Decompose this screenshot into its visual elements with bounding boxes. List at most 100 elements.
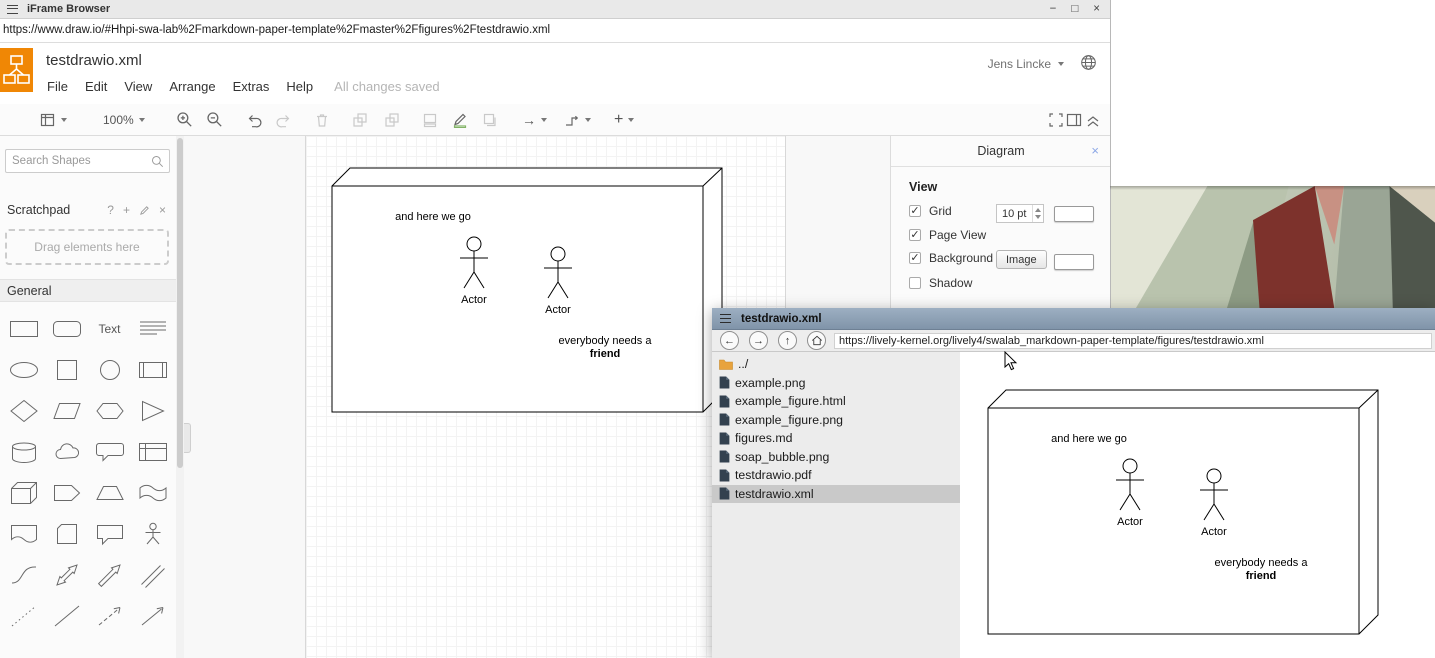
file-row-parent[interactable]: ../: [712, 355, 960, 374]
zoom-in-button[interactable]: [176, 104, 193, 135]
minimize-button[interactable]: −: [1050, 3, 1057, 15]
close-icon[interactable]: ×: [1091, 143, 1099, 158]
zoom-level-button[interactable]: 100%: [103, 104, 145, 135]
connection-style-button[interactable]: →: [522, 104, 547, 135]
browser-url-bar[interactable]: https://www.draw.io/#Hhpi-swa-lab%2Fmark…: [0, 19, 1110, 43]
window-titlebar[interactable]: testdrawio.xml: [712, 308, 1435, 330]
menu-edit[interactable]: Edit: [85, 79, 107, 94]
zoom-out-button[interactable]: [206, 104, 223, 135]
edit-icon[interactable]: [139, 205, 150, 216]
cube-shape[interactable]: [332, 168, 722, 412]
shape-directional-arrow[interactable]: [131, 595, 174, 636]
to-back-button[interactable]: [384, 104, 400, 135]
shape-actor[interactable]: [131, 513, 174, 554]
spinner-up-icon[interactable]: [1035, 208, 1041, 212]
language-globe-icon[interactable]: [1080, 54, 1097, 76]
scrollbar-thumb[interactable]: [177, 138, 183, 468]
sidebar-collapse-handle[interactable]: [184, 423, 191, 453]
grid-size-input[interactable]: 10 pt: [996, 204, 1044, 223]
hamburger-menu-icon[interactable]: [720, 314, 731, 323]
shape-text[interactable]: Text: [88, 308, 131, 349]
search-input[interactable]: [6, 150, 169, 172]
shape-bidirectional-arrow[interactable]: [45, 554, 88, 595]
menu-help[interactable]: Help: [286, 79, 313, 94]
general-section-header[interactable]: General: [0, 279, 176, 302]
line-color-button[interactable]: [452, 104, 468, 135]
back-button[interactable]: ←: [720, 331, 739, 350]
shape-dotted-line[interactable]: [2, 595, 45, 636]
file-browser-url-bar[interactable]: https://lively-kernel.org/lively4/swalab…: [834, 333, 1432, 349]
scratchpad-drop-area[interactable]: Drag elements here: [5, 229, 169, 265]
actor2-label[interactable]: Actor: [545, 304, 571, 316]
file-row[interactable]: soap_bubble.png: [712, 448, 960, 467]
shape-ellipse[interactable]: [2, 349, 45, 390]
shadow-checkbox[interactable]: [909, 277, 921, 289]
menu-arrange[interactable]: Arrange: [169, 79, 215, 94]
shape-callout[interactable]: [88, 513, 131, 554]
shape-arrow[interactable]: [88, 554, 131, 595]
to-front-button[interactable]: [352, 104, 368, 135]
shape-trapezoid[interactable]: [88, 472, 131, 513]
shape-hexagon[interactable]: [88, 390, 131, 431]
up-button[interactable]: ↑: [778, 331, 797, 350]
maximize-button[interactable]: □: [1071, 3, 1078, 15]
shape-callout-rounded[interactable]: [88, 431, 131, 472]
window-titlebar[interactable]: iFrame Browser − □ ×: [0, 0, 1110, 19]
page-view-checkbox[interactable]: ✓: [909, 229, 921, 241]
file-row[interactable]: testdrawio.pdf: [712, 466, 960, 485]
actor1-label[interactable]: Actor: [461, 294, 487, 306]
shape-cloud[interactable]: [45, 431, 88, 472]
file-row[interactable]: example_figure.png: [712, 411, 960, 430]
menu-file[interactable]: File: [47, 79, 68, 94]
shape-triangle[interactable]: [131, 390, 174, 431]
menu-view[interactable]: View: [124, 79, 152, 94]
shape-diamond[interactable]: [2, 390, 45, 431]
file-row[interactable]: example_figure.html: [712, 392, 960, 411]
shadow-button[interactable]: [482, 104, 498, 135]
close-icon[interactable]: ×: [159, 203, 166, 217]
waypoint-style-button[interactable]: [564, 104, 591, 135]
page-view-button[interactable]: [40, 104, 67, 135]
spinner[interactable]: [1032, 205, 1043, 222]
user-menu[interactable]: Jens Lincke: [988, 57, 1064, 71]
format-tab-diagram[interactable]: Diagram ×: [891, 136, 1110, 167]
forward-button[interactable]: →: [749, 331, 768, 350]
undo-button[interactable]: [246, 104, 262, 135]
grid-color-swatch[interactable]: [1054, 206, 1094, 222]
shape-internal-storage[interactable]: [131, 431, 174, 472]
home-button[interactable]: [807, 331, 826, 350]
help-icon[interactable]: ?: [107, 203, 114, 217]
shape-rectangle[interactable]: [2, 308, 45, 349]
shape-document[interactable]: [2, 513, 45, 554]
file-row-selected[interactable]: testdrawio.xml: [712, 485, 960, 504]
fill-color-button[interactable]: [422, 104, 438, 135]
redo-button[interactable]: [276, 104, 292, 135]
shape-parallelogram[interactable]: [45, 390, 88, 431]
shape-dashed-arrow[interactable]: [88, 595, 131, 636]
shape-line[interactable]: [45, 595, 88, 636]
collapse-toolbar-button[interactable]: [1086, 104, 1100, 135]
shape-curve[interactable]: [2, 554, 45, 595]
image-button[interactable]: Image: [996, 250, 1047, 269]
file-row[interactable]: example.png: [712, 374, 960, 393]
insert-button[interactable]: +: [614, 104, 634, 135]
spinner-down-icon[interactable]: [1035, 215, 1041, 219]
add-icon[interactable]: +: [123, 203, 130, 217]
fit-page-button[interactable]: [1048, 104, 1064, 135]
shape-square[interactable]: [45, 349, 88, 390]
format-panel-toggle-button[interactable]: [1066, 104, 1082, 135]
shape-cylinder[interactable]: [2, 431, 45, 472]
note-text[interactable]: and here we go: [395, 211, 471, 223]
shape-link[interactable]: [131, 554, 174, 595]
shape-step[interactable]: [45, 472, 88, 513]
background-checkbox[interactable]: ✓: [909, 252, 921, 264]
hamburger-menu-icon[interactable]: [7, 5, 18, 14]
shape-cube[interactable]: [2, 472, 45, 513]
shape-tape[interactable]: [131, 472, 174, 513]
shape-circle[interactable]: [88, 349, 131, 390]
grid-checkbox[interactable]: ✓: [909, 205, 921, 217]
caption-line1[interactable]: everybody needs a: [559, 335, 653, 347]
shape-process[interactable]: [131, 349, 174, 390]
file-row[interactable]: figures.md: [712, 429, 960, 448]
shape-rounded-rectangle[interactable]: [45, 308, 88, 349]
